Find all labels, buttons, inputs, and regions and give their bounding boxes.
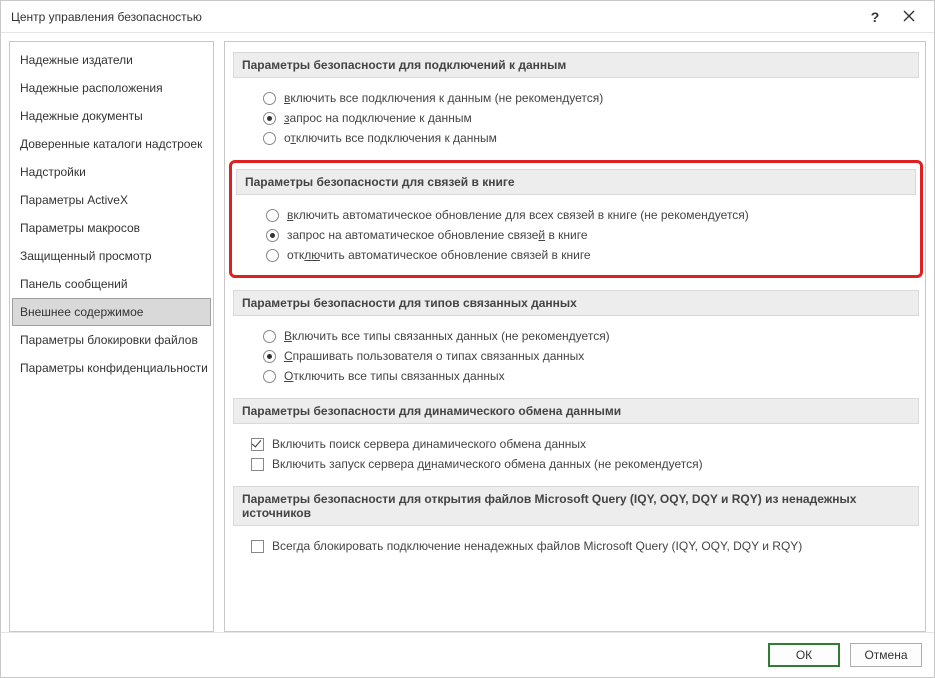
titlebar: Центр управления безопасностью ? bbox=[1, 1, 934, 33]
checkbox-label: Включить поиск сервера динамического обм… bbox=[272, 437, 586, 451]
radio-group-workbook-links: включить автоматическое обновление для в… bbox=[236, 205, 916, 265]
radio-icon bbox=[263, 330, 276, 343]
sidebar-item-trusted-addin-catalogs[interactable]: Доверенные каталоги надстроек bbox=[12, 130, 211, 158]
radio-enable-all-linked-types[interactable]: Включить все типы связанных данных (не р… bbox=[263, 326, 919, 346]
close-icon bbox=[903, 9, 915, 25]
checkbox-icon bbox=[251, 438, 264, 451]
radio-label: Спрашивать пользователя о типах связанны… bbox=[284, 349, 584, 363]
section-linked-data-types: Параметры безопасности для типов связанн… bbox=[233, 290, 919, 386]
radio-icon bbox=[263, 370, 276, 383]
sidebar-item-message-bar[interactable]: Панель сообщений bbox=[12, 270, 211, 298]
radio-label: запрос на подключение к данным bbox=[284, 111, 472, 125]
radio-icon bbox=[266, 209, 279, 222]
radio-icon bbox=[266, 229, 279, 242]
checkbox-dde-lookup[interactable]: Включить поиск сервера динамического обм… bbox=[251, 434, 919, 454]
sidebar-item-file-block[interactable]: Параметры блокировки файлов bbox=[12, 326, 211, 354]
section-header: Параметры безопасности для типов связанн… bbox=[233, 290, 919, 316]
section-workbook-links: Параметры безопасности для связей в книг… bbox=[229, 160, 923, 278]
radio-prompt-connections[interactable]: запрос на подключение к данным bbox=[263, 108, 919, 128]
radio-label: отключить автоматическое обновление связ… bbox=[287, 248, 591, 262]
dialog-body: Надежные издатели Надежные расположения … bbox=[1, 33, 934, 632]
checkbox-icon bbox=[251, 540, 264, 553]
radio-label: запрос на автоматическое обновление связ… bbox=[287, 228, 588, 242]
section-msquery: Параметры безопасности для открытия файл… bbox=[233, 486, 919, 556]
radio-icon bbox=[263, 92, 276, 105]
checkbox-label: Всегда блокировать подключение ненадежны… bbox=[272, 539, 802, 553]
radio-label: включить все подключения к данным (не ре… bbox=[284, 91, 603, 105]
radio-label: отключить все подключения к данным bbox=[284, 131, 497, 145]
radio-icon bbox=[266, 249, 279, 262]
help-button[interactable]: ? bbox=[858, 3, 892, 31]
radio-disable-links[interactable]: отключить автоматическое обновление связ… bbox=[266, 245, 916, 265]
dialog-footer: ОК Отмена bbox=[1, 632, 934, 677]
ok-button[interactable]: ОК bbox=[768, 643, 840, 667]
sidebar: Надежные издатели Надежные расположения … bbox=[9, 41, 214, 632]
sidebar-item-trusted-documents[interactable]: Надежные документы bbox=[12, 102, 211, 130]
sidebar-item-activex[interactable]: Параметры ActiveX bbox=[12, 186, 211, 214]
section-header: Параметры безопасности для открытия файл… bbox=[233, 486, 919, 526]
radio-label: Включить все типы связанных данных (не р… bbox=[284, 329, 610, 343]
radio-icon bbox=[263, 112, 276, 125]
radio-enable-all-links[interactable]: включить автоматическое обновление для в… bbox=[266, 205, 916, 225]
section-header: Параметры безопасности для подключений к… bbox=[233, 52, 919, 78]
radio-label: Отключить все типы связанных данных bbox=[284, 369, 505, 383]
radio-prompt-linked-types[interactable]: Спрашивать пользователя о типах связанны… bbox=[263, 346, 919, 366]
radio-prompt-links[interactable]: запрос на автоматическое обновление связ… bbox=[266, 225, 916, 245]
radio-enable-all-connections[interactable]: включить все подключения к данным (не ре… bbox=[263, 88, 919, 108]
checkbox-block-msquery[interactable]: Всегда блокировать подключение ненадежны… bbox=[251, 536, 919, 556]
trust-center-dialog: Центр управления безопасностью ? Надежны… bbox=[0, 0, 935, 678]
sidebar-item-protected-view[interactable]: Защищенный просмотр bbox=[12, 242, 211, 270]
radio-label: включить автоматическое обновление для в… bbox=[287, 208, 749, 222]
radio-disable-linked-types[interactable]: Отключить все типы связанных данных bbox=[263, 366, 919, 386]
sidebar-item-macros[interactable]: Параметры макросов bbox=[12, 214, 211, 242]
radio-icon bbox=[263, 132, 276, 145]
radio-group-data-connections: включить все подключения к данным (не ре… bbox=[233, 88, 919, 148]
sidebar-item-addins[interactable]: Надстройки bbox=[12, 158, 211, 186]
sidebar-item-trusted-locations[interactable]: Надежные расположения bbox=[12, 74, 211, 102]
checkbox-icon bbox=[251, 458, 264, 471]
close-button[interactable] bbox=[892, 3, 926, 31]
section-header: Параметры безопасности для динамического… bbox=[233, 398, 919, 424]
cancel-button[interactable]: Отмена bbox=[850, 643, 922, 667]
radio-disable-connections[interactable]: отключить все подключения к данным bbox=[263, 128, 919, 148]
section-data-connections: Параметры безопасности для подключений к… bbox=[233, 52, 919, 148]
sidebar-item-external-content[interactable]: Внешнее содержимое bbox=[12, 298, 211, 326]
checkbox-label: Включить запуск сервера динамического об… bbox=[272, 457, 703, 471]
radio-group-linked-types: Включить все типы связанных данных (не р… bbox=[233, 326, 919, 386]
dialog-title: Центр управления безопасностью bbox=[11, 10, 858, 24]
checkbox-dde-launch[interactable]: Включить запуск сервера динамического об… bbox=[251, 454, 919, 474]
section-header: Параметры безопасности для связей в книг… bbox=[236, 169, 916, 195]
section-dde: Параметры безопасности для динамического… bbox=[233, 398, 919, 474]
checkbox-group-dde: Включить поиск сервера динамического обм… bbox=[233, 434, 919, 474]
checkbox-group-msquery: Всегда блокировать подключение ненадежны… bbox=[233, 536, 919, 556]
sidebar-item-privacy[interactable]: Параметры конфиденциальности bbox=[12, 354, 211, 382]
radio-icon bbox=[263, 350, 276, 363]
content-pane: Параметры безопасности для подключений к… bbox=[224, 41, 926, 632]
sidebar-item-trusted-publishers[interactable]: Надежные издатели bbox=[12, 46, 211, 74]
